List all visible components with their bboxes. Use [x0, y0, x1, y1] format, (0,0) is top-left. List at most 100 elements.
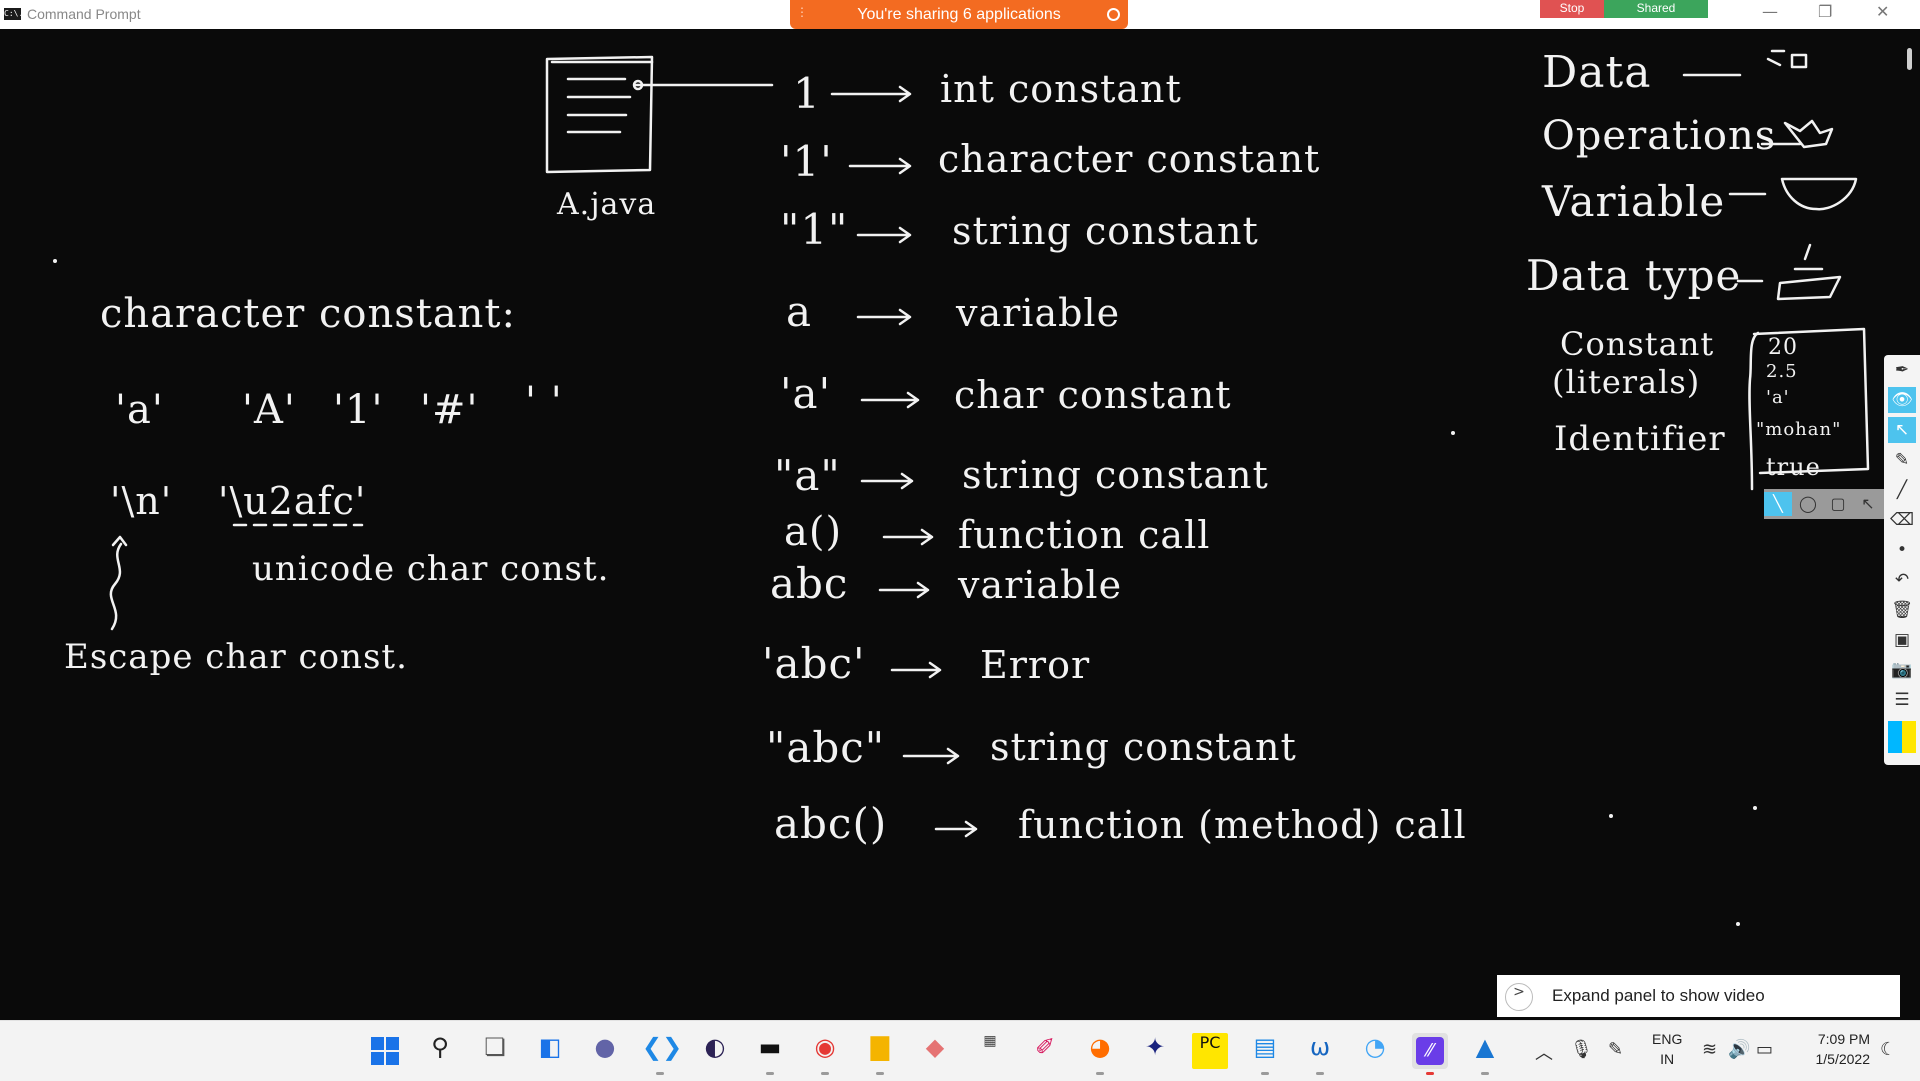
mapping-lhs: 1 [793, 69, 821, 118]
pencil-app-icon[interactable]: ◆ [917, 1033, 953, 1069]
data-type-term: Data type [1526, 251, 1742, 300]
whiteboard-canvas[interactable]: A.java character constant: 'a' 'A' '1' '… [0, 29, 1900, 1020]
sharing-indicator-icon [1107, 8, 1120, 21]
notepad-icon[interactable]: ▤ [1247, 1033, 1283, 1075]
vscode-icon[interactable]: ❮❯ [642, 1033, 682, 1075]
mapping-rhs: function call [958, 513, 1211, 557]
scrollbar-thumb[interactable] [1907, 48, 1912, 70]
char-example: 'a' [115, 387, 164, 433]
epic-pen-icon[interactable]: ⁄⁄ [1412, 1033, 1448, 1075]
unicode-note: unicode char const. [252, 549, 610, 589]
mapping-lhs: "1" [780, 205, 849, 254]
shared-button[interactable]: Shared [1604, 0, 1708, 18]
mapping-lhs: "abc" [766, 723, 886, 772]
annotation-toolbox: ✒ 👁 ↖ ✎ ╱ ⌫ • ↶ 🗑 ▣ 📷 ☰ [1884, 355, 1920, 765]
terminal-icon[interactable]: ▬ [752, 1033, 788, 1075]
sharing-status-text: You're sharing 6 applications [857, 6, 1061, 23]
whiteboard-icon[interactable]: ▣ [1888, 627, 1916, 653]
literal-value: 'a' [1766, 387, 1790, 408]
mapping-rhs: string constant [952, 209, 1259, 253]
date-text: 1/5/2022 [1815, 1051, 1871, 1067]
identifier-label: Identifier [1554, 419, 1726, 459]
notes-icon[interactable]: ☰ [1888, 687, 1916, 713]
stop-sharing-button[interactable]: Stop [1540, 0, 1604, 18]
start-icon[interactable] [367, 1033, 403, 1069]
circle-shape-icon[interactable]: ◯ [1794, 492, 1822, 516]
eye-icon[interactable]: 👁 [1888, 387, 1916, 413]
microphone-icon[interactable]: 🎙 [1570, 1039, 1593, 1060]
escape-note: Escape char const. [64, 637, 408, 677]
mapping-rhs: variable [956, 291, 1121, 335]
escape-example: '\n' [110, 479, 173, 523]
mapping-rhs: string constant [990, 725, 1297, 769]
camera-icon[interactable]: 📷 [1888, 657, 1916, 683]
data-term: Data [1542, 47, 1652, 98]
photos-icon[interactable]: ▲ [1467, 1033, 1503, 1075]
mapping-lhs: abc [770, 559, 849, 608]
mapping-lhs: a() [784, 509, 843, 555]
expand-arrow-icon[interactable]: > [1505, 983, 1533, 1011]
pen-icon[interactable]: ✒ [1888, 357, 1916, 383]
language-code: ENG [1652, 1031, 1683, 1047]
mysql-icon[interactable]: ▦ [972, 1033, 1008, 1069]
mapping-lhs: '1' [780, 137, 833, 186]
search-icon[interactable]: ⚲ [422, 1033, 458, 1069]
mapping-lhs: 'abc' [762, 639, 866, 688]
mapping-rhs: variable [958, 563, 1123, 607]
literal-value: true [1766, 453, 1821, 481]
webex-icon[interactable]: ω [1302, 1033, 1338, 1075]
chat-icon[interactable]: ● [587, 1033, 623, 1069]
chevron-up-icon[interactable]: ︿ [1535, 1039, 1553, 1065]
language-indicator[interactable]: ENG IN [1652, 1029, 1682, 1069]
game-icon[interactable]: ✦ [1137, 1033, 1173, 1069]
undo-icon[interactable]: ↶ [1888, 567, 1916, 593]
window-title: Command Prompt [27, 6, 141, 22]
widgets-icon[interactable]: ◧ [532, 1033, 568, 1069]
pycharm-icon[interactable]: PC [1192, 1033, 1228, 1069]
wifi-icon[interactable]: ≋ [1702, 1039, 1717, 1060]
character-constant-title: character constant: [100, 291, 516, 337]
char-example: 'A' [242, 387, 296, 433]
file-label: A.java [557, 187, 657, 222]
firefox-icon[interactable]: ◕ [1082, 1033, 1118, 1075]
char-example: '#' [420, 387, 479, 433]
eclipse-icon[interactable]: ◐ [697, 1033, 733, 1069]
battery-icon[interactable]: ▭ [1756, 1039, 1773, 1060]
pen-tray-icon[interactable]: ✎ [1608, 1039, 1623, 1060]
close-button[interactable]: ✕ [1876, 2, 1889, 21]
chrome-icon[interactable]: ◉ [807, 1033, 843, 1075]
clock[interactable]: 7:09 PM 1/5/2022 [1790, 1029, 1871, 1069]
minimize-button[interactable]: — [1762, 2, 1778, 21]
mapping-rhs: string constant [962, 453, 1269, 497]
line-pen-icon[interactable]: ╲ [1764, 492, 1792, 516]
mapping-rhs: function (method) call [1018, 803, 1467, 847]
variable-term: Variable [1542, 177, 1726, 226]
mapping-rhs: int constant [940, 67, 1182, 111]
task-view-icon[interactable]: ❏ [477, 1033, 513, 1069]
operations-term: Operations [1542, 113, 1777, 159]
rectangle-shape-icon[interactable]: ▢ [1824, 492, 1852, 516]
volume-icon[interactable]: 🔊 [1728, 1039, 1750, 1060]
mapping-lhs: 'a' [780, 369, 832, 418]
pen-options-strip: ╲ ◯ ▢ ↖ [1764, 489, 1884, 519]
mapping-rhs: character constant [938, 137, 1321, 181]
arrow-shape-icon[interactable]: ↖ [1854, 492, 1882, 516]
file-explorer-icon[interactable]: ▇ [862, 1033, 898, 1075]
focus-assist-icon[interactable]: ☾ [1880, 1039, 1896, 1060]
trash-icon[interactable]: 🗑 [1888, 597, 1916, 623]
cursor-icon[interactable]: ↖ [1888, 417, 1916, 443]
literal-value: 20 [1768, 335, 1798, 360]
highlighter-icon[interactable]: ✎ [1888, 447, 1916, 473]
sharing-banner[interactable]: ⋮ You're sharing 6 applications [790, 0, 1128, 29]
literals-label: (literals) [1552, 363, 1701, 401]
expand-video-panel[interactable]: > Expand panel to show video [1497, 975, 1900, 1017]
taskbar: ⚲ ❏ ◧ ● ❮❯ ◐ ▬ ◉ ▇ ◆ ▦ ✐ ◕ ✦ PC ▤ ω ◔ ⁄⁄… [0, 1020, 1920, 1081]
mapping-lhs: a [786, 287, 813, 336]
color-icon[interactable] [1888, 721, 1916, 753]
eraser-icon[interactable]: ⌫ [1888, 507, 1916, 533]
paint-icon[interactable]: ◔ [1357, 1033, 1393, 1069]
line-icon[interactable]: ╱ [1888, 477, 1916, 503]
brush-icon[interactable]: ✐ [1027, 1033, 1063, 1069]
restore-button[interactable]: ❐ [1818, 2, 1832, 21]
dot-icon[interactable]: • [1888, 537, 1916, 563]
